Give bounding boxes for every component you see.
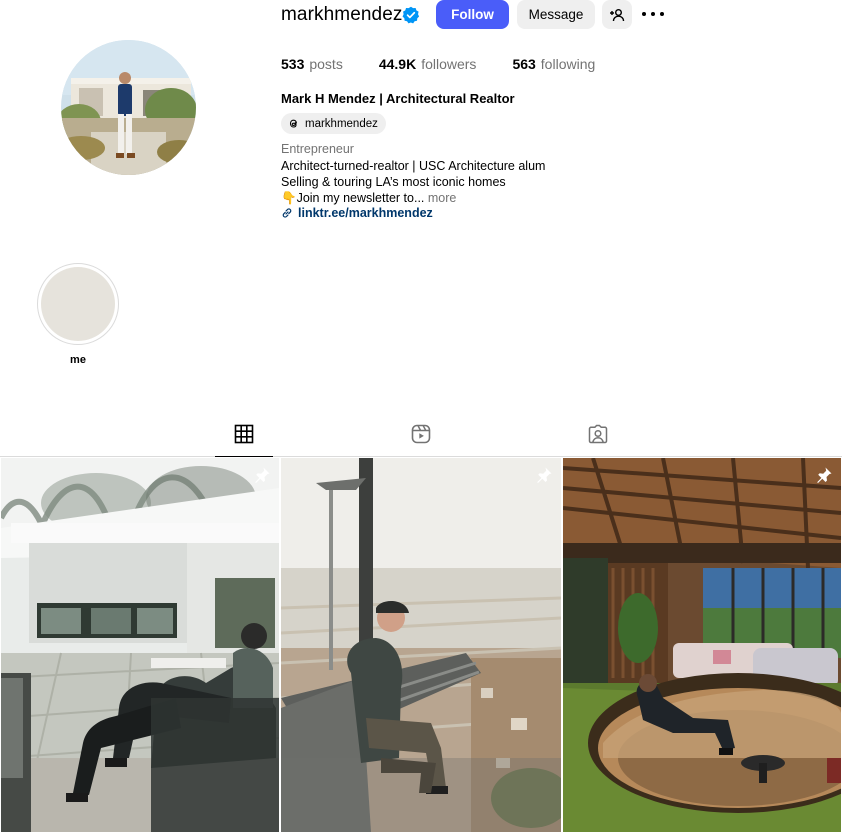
story-highlight[interactable]: me — [37, 263, 119, 366]
following-count: 563 — [512, 56, 536, 72]
profile-link[interactable]: linktr.ee/markhmendez — [281, 206, 433, 220]
bio-more-link[interactable]: more — [428, 191, 456, 205]
verified-badge-icon — [402, 6, 420, 24]
followers-label: followers — [421, 56, 477, 72]
more-options-icon[interactable] — [642, 4, 664, 24]
bio-line-truncated: 👇Join my newsletter to... more — [281, 190, 545, 206]
followers-count: 44.9K — [378, 56, 417, 72]
posts-count: 533 — [281, 56, 305, 72]
post-thumbnail[interactable] — [563, 458, 841, 832]
avatar-image — [61, 40, 196, 175]
reels-icon — [411, 424, 431, 444]
tab-posts[interactable] — [215, 424, 273, 457]
post-image — [1, 458, 279, 832]
post-thumbnail[interactable] — [281, 458, 561, 832]
tab-tagged[interactable] — [569, 424, 627, 457]
threads-handle: markhmendez — [305, 117, 378, 130]
highlight-ring — [37, 263, 119, 345]
tagged-icon — [588, 424, 608, 444]
posts-label: posts — [309, 56, 343, 72]
pinned-icon — [817, 467, 832, 483]
threads-badge[interactable]: markhmendez — [281, 113, 386, 134]
follow-button[interactable]: Follow — [436, 0, 509, 29]
pinned-icon — [537, 467, 552, 483]
tab-reels[interactable] — [392, 424, 450, 457]
highlight-cover — [41, 267, 115, 341]
link-icon — [282, 208, 292, 218]
message-button[interactable]: Message — [517, 0, 595, 29]
following-stat[interactable]: 563 following — [512, 56, 595, 72]
posts-grid — [0, 458, 842, 832]
following-label: following — [540, 56, 596, 72]
add-user-icon — [610, 8, 625, 21]
highlight-label: me — [70, 354, 86, 366]
bio-line: Selling & touring LA’s most iconic homes — [281, 175, 506, 189]
bio-line-text: 👇Join my newsletter to... — [281, 191, 425, 205]
threads-icon — [289, 119, 297, 128]
profile-full-name: Mark H Mendez | Architectural Realtor — [281, 91, 515, 106]
profile-link-text[interactable]: linktr.ee/markhmendez — [298, 206, 433, 220]
bio-line: Architect-turned-realtor | USC Architect… — [281, 159, 546, 173]
profile-username: markhmendez — [281, 4, 403, 25]
profile-stats: 533 posts 44.9K followers 563 following — [281, 56, 631, 72]
profile-avatar[interactable] — [61, 40, 196, 175]
pinned-icon — [255, 467, 270, 483]
grid-icon — [234, 424, 254, 444]
post-thumbnail[interactable] — [1, 458, 279, 832]
profile-bio: Architect-turned-realtor | USC Architect… — [281, 158, 545, 206]
profile-category: Entrepreneur — [281, 142, 354, 156]
post-image — [563, 458, 841, 832]
posts-stat: 533 posts — [281, 56, 343, 72]
post-image — [281, 458, 561, 832]
suggested-accounts-button[interactable] — [602, 0, 632, 29]
followers-stat[interactable]: 44.9K followers — [379, 56, 477, 72]
